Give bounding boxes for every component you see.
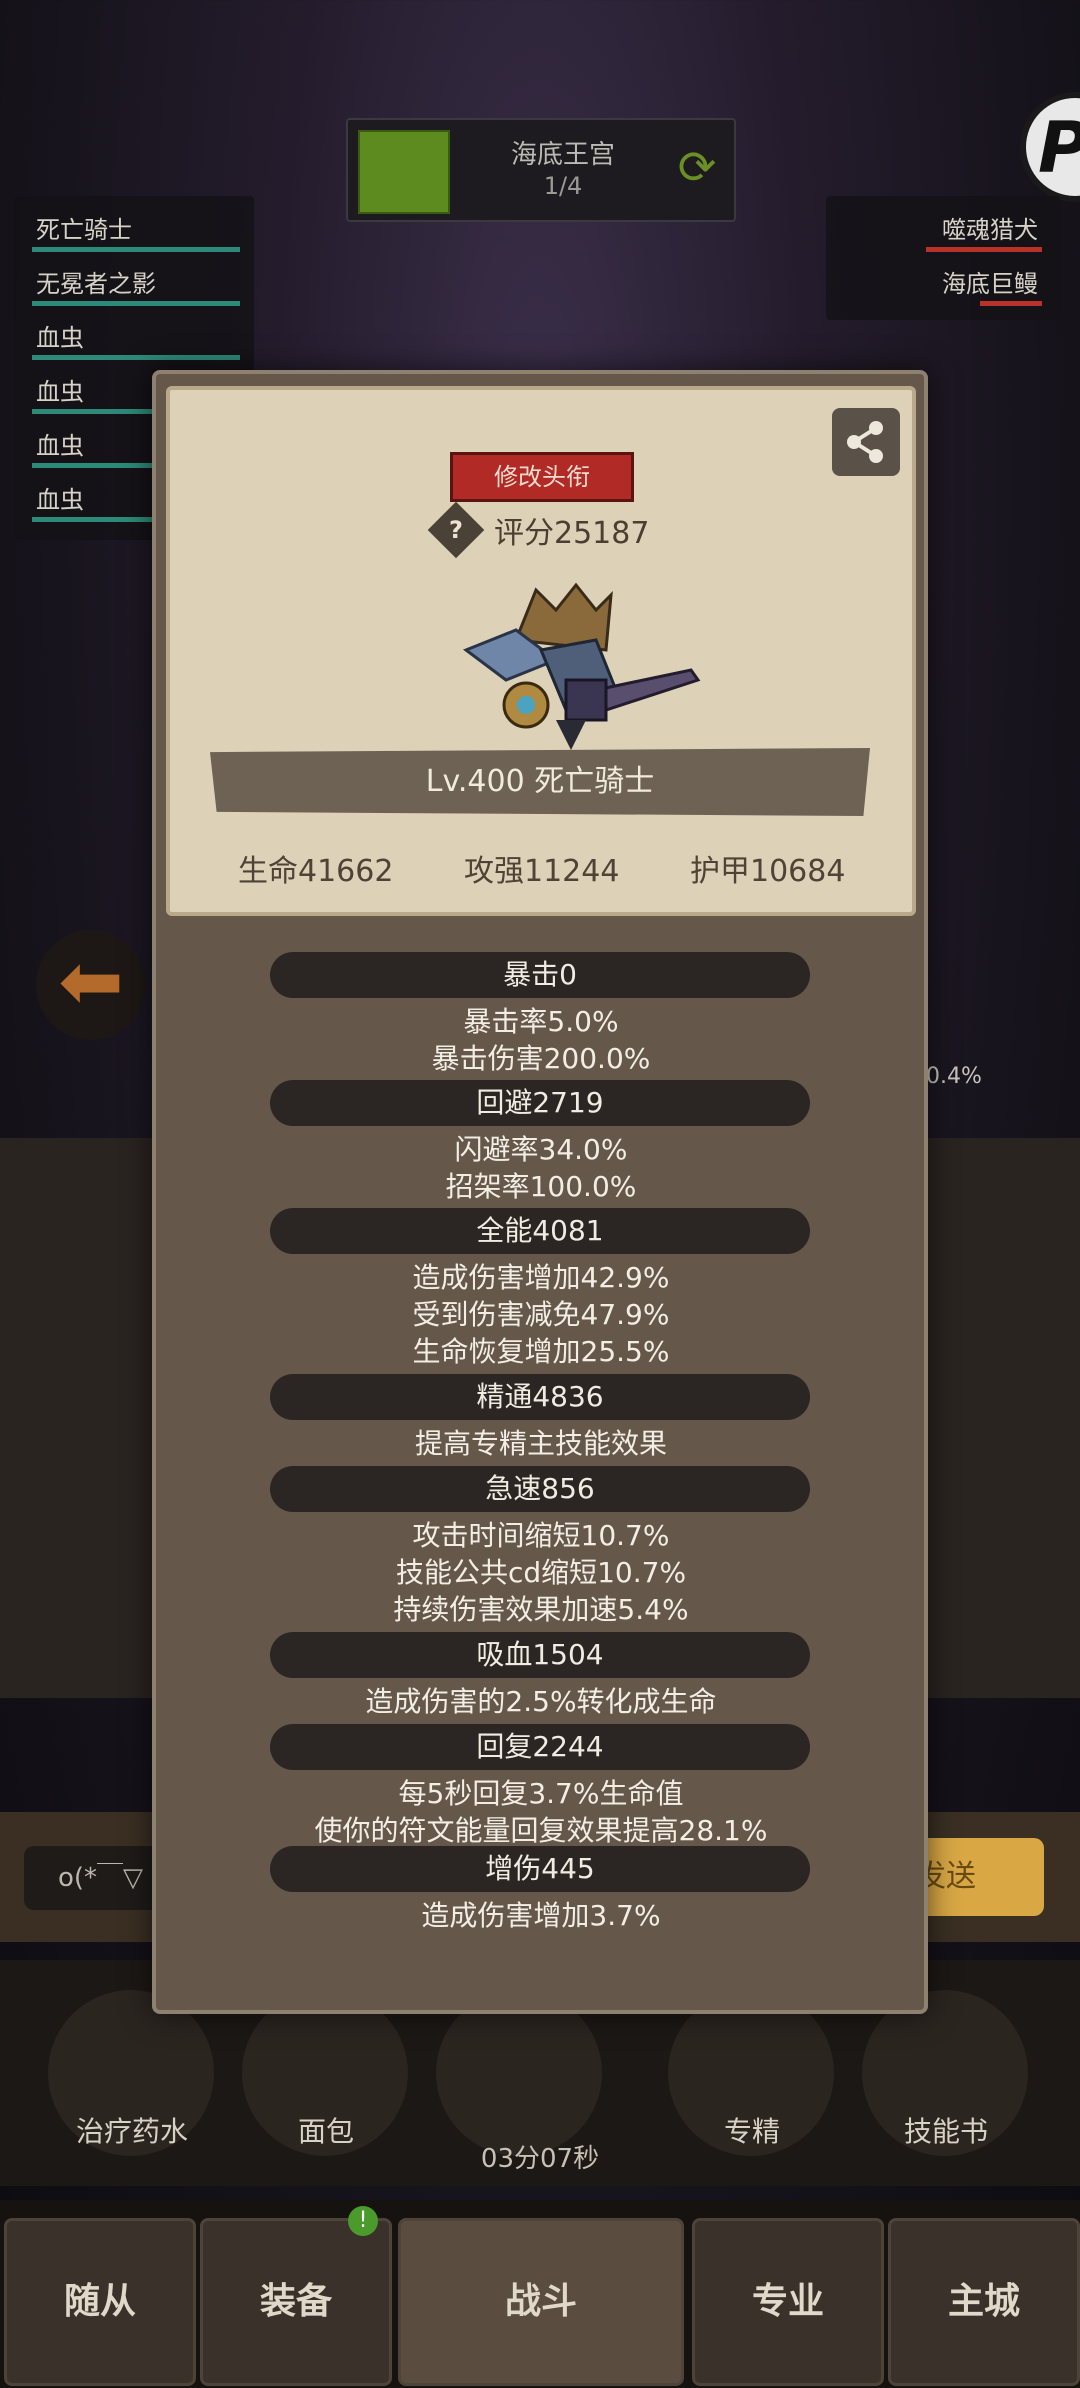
stat-attack: 攻强11244 [464, 854, 620, 889]
ally-health-bar [32, 301, 240, 306]
stat-detail: 使你的符文能量回复效果提高28.1% [314, 1814, 768, 1847]
stat-detail: 提高专精主技能效果 [414, 1427, 667, 1460]
stat-detail: 持续伤害效果加速5.4% [393, 1593, 689, 1626]
edit-title-button[interactable]: 修改头衔 [450, 452, 634, 502]
ally-name: 无冕者之影 [36, 270, 156, 298]
stat-detail: 造成伤害的2.5%转化成生命 [365, 1685, 717, 1718]
enemy-name: 海底巨鳗 [942, 270, 1038, 298]
chest-button[interactable] [436, 1990, 602, 2156]
share-icon [847, 421, 883, 463]
nav-equipment[interactable]: 装备 [200, 2218, 392, 2386]
ally-name: 血虫 [36, 378, 84, 406]
stat-header: 回复2244 [270, 1724, 810, 1770]
share-button[interactable] [832, 408, 900, 476]
ally-item[interactable]: 死亡骑士 [14, 202, 254, 256]
stat-detail: 生命恢复增加25.5% [412, 1335, 670, 1368]
ally-name: 血虫 [36, 324, 84, 352]
stat-detail: 招架率100.0% [445, 1170, 637, 1203]
stat-detail: 暴击率5.0% [463, 1005, 619, 1038]
stat-detail: 暴击伤害200.0% [431, 1042, 651, 1075]
stat-detail: 闪避率34.0% [454, 1133, 628, 1166]
nav-followers[interactable]: 随从 [4, 2218, 196, 2386]
nav-profession[interactable]: 专业 [692, 2218, 884, 2386]
ally-name: 死亡骑士 [36, 216, 132, 244]
stat-armor: 护甲10684 [690, 854, 846, 889]
stat-detail: 受到伤害减免47.9% [412, 1298, 670, 1331]
ally-health-bar [32, 355, 240, 360]
stat-header: 暴击0 [270, 952, 810, 998]
skill-book-label: 技能书 [903, 2115, 988, 2148]
bread-label: 面包 [297, 2115, 354, 2148]
timer: 03分07秒 [480, 2144, 600, 2174]
death-knight-avatar [462, 582, 701, 750]
stage-panel: 海底王宫 1/4 ⟳ [346, 118, 736, 222]
stat-detail: 每5秒回复3.7%生命值 [398, 1777, 684, 1810]
stat-detail: 攻击时间缩短10.7% [412, 1519, 670, 1552]
ally-name: 血虫 [36, 486, 84, 514]
score: 评分25187 [494, 516, 650, 551]
healing-potion-label: 治疗药水 [75, 2115, 188, 2148]
stat-header: 增伤445 [270, 1846, 810, 1892]
help-icon-glyph: ? [449, 516, 463, 544]
ally-item[interactable]: 无冕者之影 [14, 256, 254, 310]
stat-hp: 生命41662 [238, 854, 394, 889]
app-logo-icon[interactable]: P [1020, 92, 1080, 202]
stage-progress: 1/4 [543, 172, 583, 200]
stage-name: 海底王宫 [510, 140, 615, 170]
refresh-icon[interactable]: ⟳ [670, 140, 724, 194]
stat-detail: 造成伤害增加3.7% [421, 1899, 661, 1932]
enemy-health-bar [980, 301, 1042, 306]
stage-thumbnail [358, 130, 450, 214]
back-arrow-icon[interactable]: ⬅ [36, 930, 146, 1040]
enemy-list: 噬魂猎犬 海底巨鳗 [826, 196, 1060, 320]
ally-health-bar [32, 247, 240, 252]
nav-battle[interactable]: 战斗 [398, 2218, 684, 2386]
enemy-name: 噬魂猎犬 [942, 216, 1038, 244]
enemy-item[interactable]: 噬魂猎犬 [826, 202, 1060, 256]
stat-header: 全能4081 [270, 1208, 810, 1254]
ally-name: 血虫 [36, 432, 84, 460]
stat-detail: 造成伤害增加42.9% [412, 1261, 670, 1294]
stat-header: 急速856 [270, 1466, 810, 1512]
nav-main-city[interactable]: 主城 [888, 2218, 1080, 2386]
enemy-item[interactable]: 海底巨鳗 [826, 256, 1060, 310]
ally-item[interactable]: 血虫 [14, 310, 254, 364]
character-name: Lv.400 死亡骑士 [210, 748, 870, 816]
specialization-label: 专精 [723, 2115, 780, 2148]
enemy-health-bar [926, 247, 1042, 252]
stat-header: 吸血1504 [270, 1632, 810, 1678]
stat-header: 精通4836 [270, 1374, 810, 1420]
side-percent: 0.4% [926, 1064, 982, 1089]
stat-detail: 技能公共cd缩短10.7% [395, 1556, 687, 1589]
stat-header: 回避2719 [270, 1080, 810, 1126]
notification-badge: ! [348, 2206, 378, 2236]
